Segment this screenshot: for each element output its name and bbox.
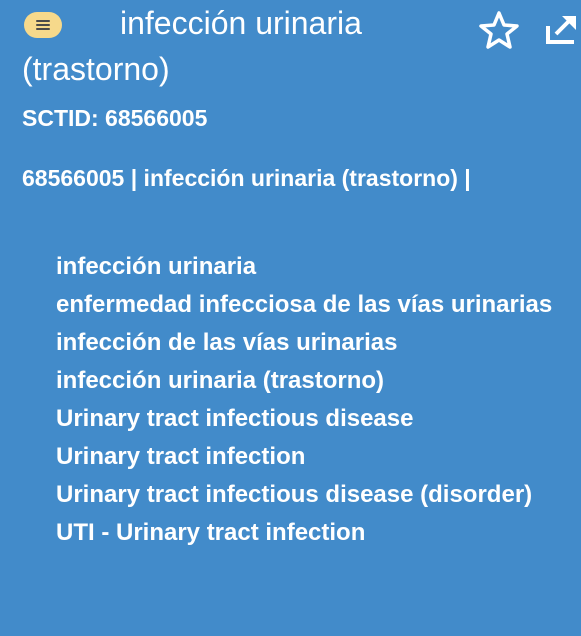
fully-specified-name: 68566005 | infección urinaria (trastorno… bbox=[22, 165, 471, 191]
concept-title: infección urinaria (trastorno) bbox=[22, 5, 362, 87]
sctid-label: SCTID: 68566005 bbox=[22, 105, 208, 131]
description-item: Urinary tract infection bbox=[56, 443, 306, 470]
panel-header: infección urinaria (trastorno) bbox=[0, 0, 581, 100]
description-item: infección urinaria bbox=[56, 253, 257, 280]
menu-icon bbox=[36, 20, 50, 30]
concept-details-panel: infección urinaria (trastorno) SCTID: 68… bbox=[0, 0, 581, 636]
description-item: Urinary tract infectious disease (disord… bbox=[56, 481, 533, 508]
menu-button[interactable] bbox=[24, 12, 62, 38]
export-icon[interactable] bbox=[544, 12, 581, 46]
star-outline-icon[interactable] bbox=[478, 10, 520, 50]
description-item: enfermedad infecciosa de las vías urinar… bbox=[56, 291, 553, 318]
descriptions-list: infección urinaria enfermedad infecciosa… bbox=[22, 248, 562, 552]
description-item: Urinary tract infectious disease bbox=[56, 405, 414, 432]
description-item: infección de las vías urinarias bbox=[56, 329, 398, 356]
description-item: infección urinaria (trastorno) bbox=[56, 367, 385, 394]
description-item: UTI - Urinary tract infection bbox=[56, 519, 366, 546]
